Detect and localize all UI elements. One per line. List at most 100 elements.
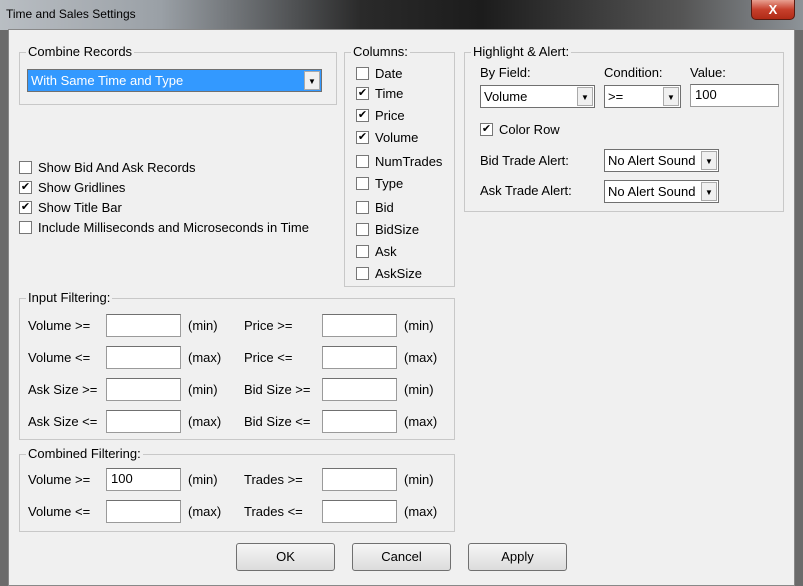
chevron-down-icon: ▼ xyxy=(304,71,320,90)
filter-suffix: (max) xyxy=(404,504,438,519)
filter-input[interactable] xyxy=(322,314,397,337)
chevron-down-icon: ▼ xyxy=(701,182,717,201)
option-checkbox[interactable]: ✔ Show Title Bar xyxy=(19,200,122,215)
filter-suffix: (max) xyxy=(404,414,438,429)
condition-value: >= xyxy=(608,89,624,104)
column-checkbox-ask[interactable]: Ask xyxy=(356,244,397,259)
filter-label: Bid Size >= xyxy=(244,382,311,397)
ok-button[interactable]: OK xyxy=(236,543,335,571)
checkbox-box[interactable] xyxy=(356,223,369,236)
filter-input[interactable]: 100 xyxy=(106,468,181,491)
column-checkbox-asksize[interactable]: AskSize xyxy=(356,266,422,281)
combine-records-select[interactable]: With Same Time and Type ▼ xyxy=(27,69,322,92)
checkbox-label: NumTrades xyxy=(375,154,443,169)
checkbox-label: Show Title Bar xyxy=(38,200,122,215)
checkbox-box[interactable] xyxy=(356,177,369,190)
filter-suffix: (min) xyxy=(188,318,218,333)
option-checkbox[interactable]: Include Milliseconds and Microseconds in… xyxy=(19,220,309,235)
value-input[interactable]: 100 xyxy=(690,84,779,107)
window-title: Time and Sales Settings xyxy=(6,7,136,21)
checkbox-box[interactable]: ✔ xyxy=(356,87,369,100)
checkbox-label: Type xyxy=(375,176,404,191)
filter-suffix: (min) xyxy=(404,382,434,397)
filter-suffix: (max) xyxy=(188,504,222,519)
checkbox-box[interactable] xyxy=(19,161,32,174)
column-checkbox-bid[interactable]: Bid xyxy=(356,200,394,215)
column-checkbox-type[interactable]: Type xyxy=(356,176,403,191)
column-checkbox-date[interactable]: Date xyxy=(356,66,402,81)
filter-label: Price <= xyxy=(244,350,293,365)
filter-label: Price >= xyxy=(244,318,293,333)
filter-input[interactable] xyxy=(106,378,181,401)
checkbox-box[interactable] xyxy=(356,155,369,168)
filter-suffix: (max) xyxy=(188,414,222,429)
bid-alert-value: No Alert Sound xyxy=(608,153,696,168)
combined-filtering-label: Combined Filtering: xyxy=(26,446,143,461)
condition-label: Condition: xyxy=(604,65,663,80)
combine-records-label: Combine Records xyxy=(26,44,135,59)
filter-label: Volume <= xyxy=(28,350,91,365)
checkbox-label: Time xyxy=(375,86,404,101)
filter-label: Bid Size <= xyxy=(244,414,311,429)
filter-suffix: (min) xyxy=(404,318,434,333)
filter-label: Volume >= xyxy=(28,318,91,333)
filter-input[interactable] xyxy=(322,378,397,401)
combine-records-value: With Same Time and Type xyxy=(31,73,184,88)
checkbox-label: Show Gridlines xyxy=(38,180,126,195)
value-label: Value: xyxy=(690,65,726,80)
close-button[interactable]: X xyxy=(751,0,795,20)
checkbox-label: Volume xyxy=(375,130,419,145)
filter-suffix: (max) xyxy=(188,350,222,365)
column-checkbox-volume[interactable]: ✔ Volume xyxy=(356,130,418,145)
checkbox-box[interactable]: ✔ xyxy=(19,181,32,194)
checkbox-box[interactable] xyxy=(19,221,32,234)
filter-label: Ask Size <= xyxy=(28,414,98,429)
checkbox-box[interactable]: ✔ xyxy=(356,109,369,122)
checkbox-label: Bid xyxy=(375,200,394,215)
ask-trade-alert-select[interactable]: No Alert Sound ▼ xyxy=(604,180,719,203)
option-checkbox[interactable]: Show Bid And Ask Records xyxy=(19,160,196,175)
checkbox-label: Price xyxy=(375,108,405,123)
checkbox-box[interactable]: ✔ xyxy=(356,131,369,144)
column-checkbox-bidsize[interactable]: BidSize xyxy=(356,222,419,237)
filter-input[interactable] xyxy=(106,410,181,433)
columns-label: Columns: xyxy=(351,44,410,59)
checkbox-label: Include Milliseconds and Microseconds in… xyxy=(38,220,309,235)
by-field-select[interactable]: Volume ▼ xyxy=(480,85,595,108)
filter-input[interactable] xyxy=(322,346,397,369)
checkbox-box[interactable] xyxy=(356,67,369,80)
filter-input[interactable] xyxy=(322,500,397,523)
filter-input[interactable] xyxy=(106,314,181,337)
filter-input[interactable] xyxy=(322,468,397,491)
checkbox-label: BidSize xyxy=(375,222,420,237)
filter-input[interactable] xyxy=(106,346,181,369)
apply-button[interactable]: Apply xyxy=(468,543,567,571)
checkbox-box[interactable] xyxy=(356,267,369,280)
bid-trade-alert-select[interactable]: No Alert Sound ▼ xyxy=(604,149,719,172)
by-field-label: By Field: xyxy=(480,65,531,80)
condition-select[interactable]: >= ▼ xyxy=(604,85,681,108)
filter-suffix: (min) xyxy=(188,472,218,487)
checkbox-box[interactable] xyxy=(356,245,369,258)
checkbox-box[interactable] xyxy=(356,201,369,214)
filter-input[interactable] xyxy=(106,500,181,523)
checkbox-box[interactable]: ✔ xyxy=(480,123,493,136)
filter-label: Trades >= xyxy=(244,472,303,487)
color-row-checkbox[interactable]: ✔ Color Row xyxy=(480,122,560,137)
chevron-down-icon: ▼ xyxy=(701,151,717,170)
chevron-down-icon: ▼ xyxy=(663,87,679,106)
highlight-alert-label: Highlight & Alert: xyxy=(471,44,572,59)
option-checkbox[interactable]: ✔ Show Gridlines xyxy=(19,180,125,195)
color-row-label: Color Row xyxy=(499,122,560,137)
filter-label: Volume >= xyxy=(28,472,91,487)
column-checkbox-numtrades[interactable]: NumTrades xyxy=(356,154,442,169)
checkbox-label: Ask xyxy=(375,244,397,259)
checkbox-box[interactable]: ✔ xyxy=(19,201,32,214)
column-checkbox-price[interactable]: ✔ Price xyxy=(356,108,405,123)
filter-input[interactable] xyxy=(322,410,397,433)
bid-trade-alert-label: Bid Trade Alert: xyxy=(480,153,569,168)
cancel-button[interactable]: Cancel xyxy=(352,543,451,571)
input-filtering-label: Input Filtering: xyxy=(26,290,113,305)
column-checkbox-time[interactable]: ✔ Time xyxy=(356,86,403,101)
filter-label: Volume <= xyxy=(28,504,91,519)
